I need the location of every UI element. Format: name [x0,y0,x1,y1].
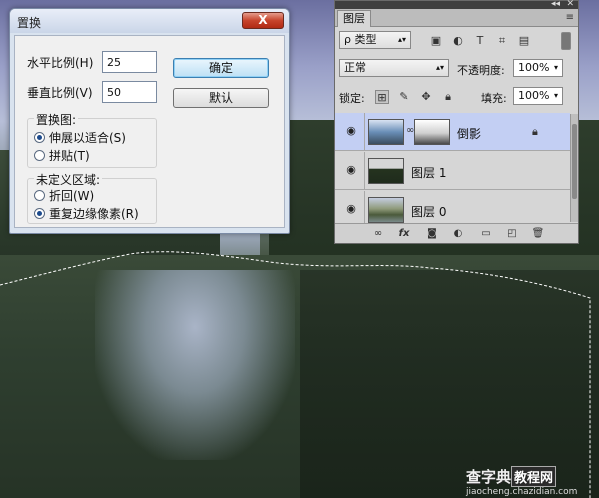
radio-button-selected[interactable] [34,132,45,143]
dropdown-arrow-icon: ▾ [553,91,558,100]
vertical-scale-label: 垂直比例(V) [27,86,93,100]
panel-menu-icon[interactable]: ≡ [566,12,574,23]
dialog-titlebar[interactable]: 置换 X [10,9,289,33]
fill-value: 100% [518,89,550,102]
eye-icon[interactable]: ◉ [343,203,359,215]
fx-icon[interactable]: fx [397,227,411,241]
new-layer-icon[interactable]: ◰ [505,227,519,241]
radio-stretch-to-fit[interactable]: 伸展以适合(S) [34,129,126,146]
type-filter-icon[interactable]: T [473,34,487,47]
radio-button[interactable] [34,150,45,161]
radio-label: 拼贴(T) [49,149,90,163]
panel-footer: ∞ fx ◙ ◐ ▭ ◰ 🗑︎ [335,223,578,243]
layer-thumbnail[interactable] [368,197,404,223]
displacement-map-group: 置换图: 伸展以适合(S) 拼贴(T) [27,111,157,168]
radio-label: 折回(W) [49,189,95,203]
ok-button[interactable]: 确定 [173,58,269,78]
blend-row: 正常 ▴▾ 不透明度: 100% ▾ [335,56,578,82]
blend-mode-value: 正常 [344,61,366,74]
undefined-areas-title: 未定义区域: [34,171,103,188]
radio-label: 伸展以适合(S) [49,131,126,145]
layer-name: 图层 1 [411,166,447,180]
filter-toggle[interactable] [561,32,571,50]
lock-label: 锁定: [339,92,365,105]
opacity-input[interactable]: 100% ▾ [513,59,563,77]
dropdown-arrow-icon: ▴▾ [397,35,406,44]
panel-tabbar: 图层 ≡ [335,9,578,27]
layer-name: 图层 0 [411,205,447,219]
dialog-body: 水平比例(H) 垂直比例(V) 确定 默认 置换图: 伸展以适合(S) 拼贴(T… [14,35,285,228]
canvas-water-reflection [95,270,295,460]
smart-object-filter-icon[interactable]: ▤ [517,34,531,47]
watermark-box-text: 教程网 [511,466,557,487]
layer-mask-thumbnail[interactable] [414,119,450,145]
default-button[interactable]: 默认 [173,88,269,108]
vertical-scale-input[interactable] [102,81,157,103]
lock-position-icon[interactable]: ✥ [419,90,433,104]
shape-filter-icon[interactable]: ⌗ [495,34,509,47]
horizontal-scale-input[interactable] [102,51,157,73]
eye-icon[interactable]: ◉ [343,125,359,137]
displacement-map-title: 置换图: [34,111,79,128]
watermark: 查字典 教程网 jiaocheng.chazidian.com [466,466,594,497]
opacity-value: 100% [518,61,550,74]
dropdown-arrow-icon: ▾ [553,63,558,72]
lock-image-pixels-icon[interactable]: ✎ [397,90,411,104]
row-divider [364,152,365,190]
adjustment-layer-icon[interactable]: ◐ [451,227,465,241]
lock-all-icon[interactable]: 🔒︎ [441,90,455,104]
lock-row: 锁定: ⊞ ✎ ✥ 🔒︎ 填充: 100% ▾ [335,84,578,110]
radio-repeat-edge-pixels[interactable]: 重复边缘像素(R) [34,205,139,222]
layer-thumbnail[interactable] [368,119,404,145]
collapse-icon[interactable]: ◂◂ [551,0,560,9]
panel-topbar: ◂◂ ✕ [335,0,578,9]
dialog-close-button[interactable]: X [242,12,284,29]
dropdown-arrow-icon: ▴▾ [435,63,444,72]
lock-transparent-pixels-icon[interactable]: ⊞ [375,90,389,104]
undefined-areas-group: 未定义区域: 折回(W) 重复边缘像素(R) [27,171,157,224]
opacity-label: 不透明度: [457,64,505,77]
filter-type-label: ρ 类型 [344,33,377,46]
canvas-water-dark [300,270,599,498]
close-icon[interactable]: ✕ [566,0,574,9]
filter-row: ρ 类型 ▴▾ ▣ ◐ T ⌗ ▤ [335,28,578,54]
fill-input[interactable]: 100% ▾ [513,87,563,105]
watermark-url: jiaocheng.chazidian.com [466,487,578,497]
radio-label: 重复边缘像素(R) [49,207,139,221]
displace-dialog: 置换 X 水平比例(H) 垂直比例(V) 确定 默认 置换图: 伸展以适合(S)… [9,8,290,234]
trash-icon[interactable]: 🗑︎ [531,227,545,241]
watermark-text: 查字典 [466,468,512,486]
layer-row-reflection[interactable]: ◉ ∞ 倒影 🔒︎ [335,113,570,151]
scrollbar-thumb[interactable] [572,124,577,199]
dialog-title: 置换 [17,16,42,30]
fill-label: 填充: [481,92,507,105]
radio-button-selected[interactable] [34,208,45,219]
watermark-main: 查字典 教程网 [466,466,594,487]
row-divider [364,113,365,151]
lock-icon: 🔒︎ [532,125,538,138]
horizontal-scale-label: 水平比例(H) [27,56,94,70]
layer-name: 倒影 [457,127,482,141]
layers-scrollbar[interactable] [570,114,578,222]
layers-panel: ◂◂ ✕ 图层 ≡ ρ 类型 ▴▾ ▣ ◐ T ⌗ ▤ 正常 ▴▾ 不透明度: … [334,0,579,244]
filter-type-dropdown[interactable]: ρ 类型 ▴▾ [339,31,411,49]
image-filter-icon[interactable]: ▣ [429,34,443,47]
layer-thumbnail[interactable] [368,158,404,184]
radio-button[interactable] [34,190,45,201]
blend-mode-dropdown[interactable]: 正常 ▴▾ [339,59,449,77]
link-layers-icon[interactable]: ∞ [371,227,385,241]
radio-wrap-around[interactable]: 折回(W) [34,187,94,204]
adjustment-filter-icon[interactable]: ◐ [451,34,465,47]
tab-layers[interactable]: 图层 [337,10,371,27]
radio-tile[interactable]: 拼贴(T) [34,147,90,164]
group-folder-icon[interactable]: ▭ [479,227,493,241]
eye-icon[interactable]: ◉ [343,164,359,176]
layer-row-layer-1[interactable]: ◉ 图层 1 [335,152,570,190]
add-mask-icon[interactable]: ◙ [425,227,439,241]
